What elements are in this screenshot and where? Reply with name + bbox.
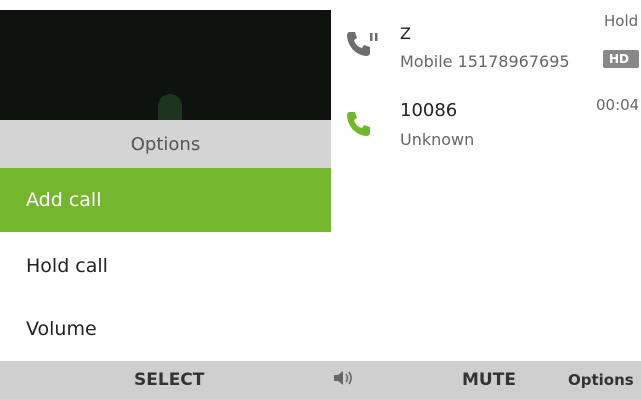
call-name: Z — [400, 24, 411, 43]
menu-item-volume[interactable]: Volume — [0, 298, 331, 360]
menu-item-hold-call[interactable]: Hold call — [0, 234, 331, 298]
phone-hold-icon — [345, 30, 379, 60]
options-menu-title: Options — [0, 120, 331, 168]
volume-icon — [332, 369, 356, 392]
select-softkey[interactable]: SELECT — [134, 361, 204, 399]
call-detail: Unknown — [400, 130, 475, 149]
mute-softkey[interactable]: MUTE — [462, 361, 516, 399]
video-preview — [0, 10, 331, 120]
options-softkey[interactable]: Options — [568, 361, 634, 399]
call-name: 10086 — [400, 100, 458, 121]
call-detail: Mobile 15178967695 — [400, 52, 570, 71]
softkey-bar: SELECT MUTE Options — [0, 361, 641, 399]
hd-badge: HD — [603, 50, 639, 68]
video-preview-shape — [158, 94, 182, 120]
volume-softkey[interactable] — [332, 361, 356, 399]
call-timer: 00:04 — [596, 96, 640, 114]
call-status: Hold — [604, 12, 639, 30]
phone-active-icon — [345, 110, 379, 140]
menu-item-add-call[interactable]: Add call — [0, 168, 331, 232]
